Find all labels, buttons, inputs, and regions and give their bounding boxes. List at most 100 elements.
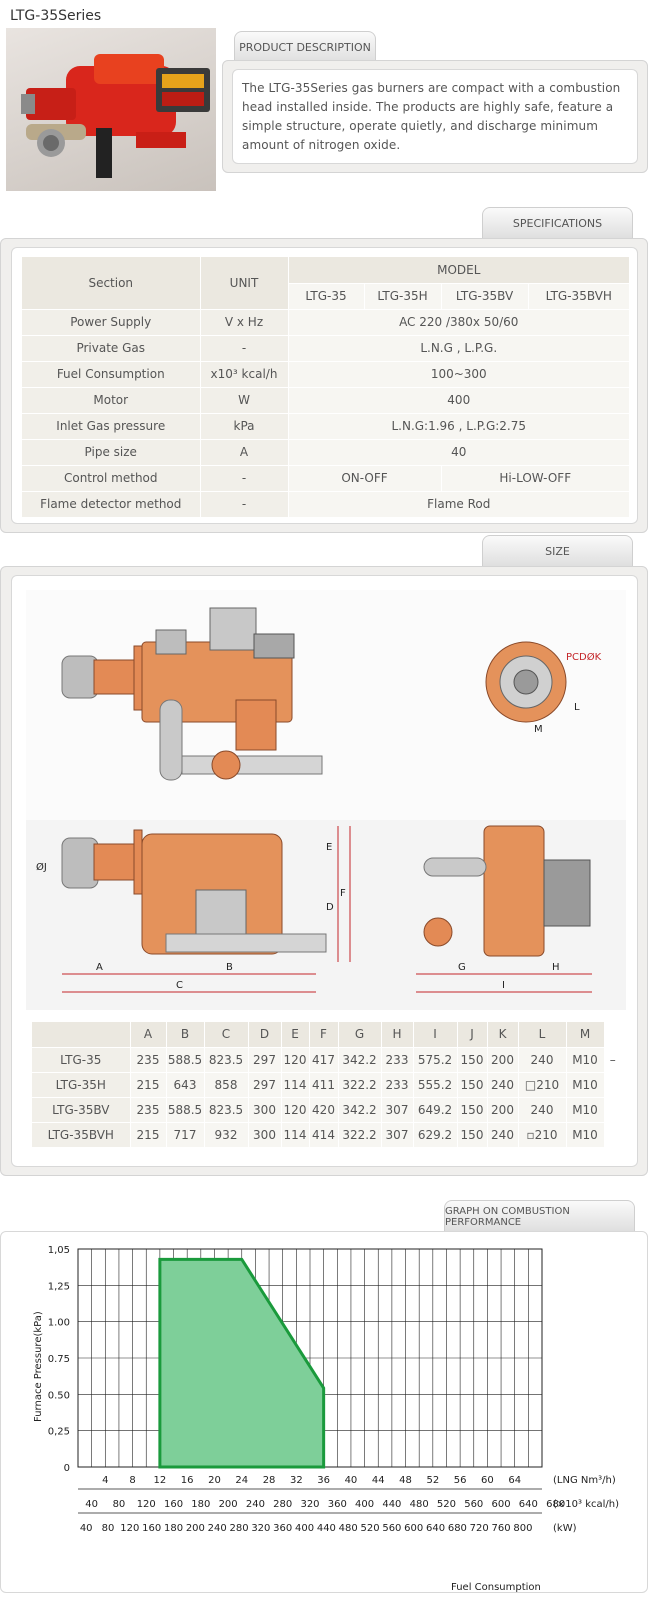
y-tick-label: 0,25 bbox=[48, 1427, 70, 1438]
x-tick-lng: 64 bbox=[508, 1475, 521, 1486]
x-tick-kw: 240 bbox=[208, 1523, 227, 1534]
label-e: E bbox=[326, 842, 332, 853]
spec-model: LTG-35BVH bbox=[528, 283, 630, 310]
x-tick-kw: 200 bbox=[186, 1523, 205, 1534]
x-tick-kcal: 320 bbox=[300, 1499, 319, 1510]
x-tick-kw: 520 bbox=[361, 1523, 380, 1534]
x-tick-kcal: 160 bbox=[164, 1499, 183, 1510]
x-tick-lng: 48 bbox=[399, 1475, 412, 1486]
spec-table: Section UNIT MODEL LTG-35 LTG-35H LTG-35… bbox=[22, 257, 630, 518]
x-tick-kw: 160 bbox=[142, 1523, 161, 1534]
y-tick-label: 1.00 bbox=[48, 1318, 70, 1329]
x-tick-lng: 28 bbox=[263, 1475, 276, 1486]
y-tick-label: 1,25 bbox=[48, 1281, 70, 1292]
performance-area bbox=[158, 1257, 326, 1469]
x-tick-kw: 480 bbox=[339, 1523, 358, 1534]
x-tick-kw: 640 bbox=[426, 1523, 445, 1534]
x-tick-kw-unit: (kW) bbox=[553, 1523, 577, 1534]
tab-size[interactable]: SIZE bbox=[482, 535, 633, 567]
label-g: G bbox=[458, 962, 466, 973]
x-tick-kw: 280 bbox=[229, 1523, 248, 1534]
table-row: Flame detector method - Flame Rod bbox=[22, 491, 630, 518]
product-photo bbox=[6, 28, 216, 191]
x-tick-lng: 36 bbox=[317, 1475, 330, 1486]
x-tick-kcal: 600 bbox=[492, 1499, 511, 1510]
size-panel: PCDØK L M E F D ØJ A B C G H I A B C D E… bbox=[0, 566, 648, 1176]
tab-specifications[interactable]: SPECIFICATIONS bbox=[482, 207, 633, 239]
label-pcd: PCDØK bbox=[566, 651, 602, 663]
x-tick-lng: 52 bbox=[426, 1475, 439, 1486]
x-tick-kw: 120 bbox=[120, 1523, 139, 1534]
x-tick-kcal: 180 bbox=[191, 1499, 210, 1510]
x-tick-kw: 360 bbox=[273, 1523, 292, 1534]
x-tick-kcal: 640 bbox=[519, 1499, 538, 1510]
x-tick-kw: 400 bbox=[295, 1523, 314, 1534]
x-tick-kw: 760 bbox=[492, 1523, 511, 1534]
x-tick-kcal: 560 bbox=[464, 1499, 483, 1510]
specifications-panel: Section UNIT MODEL LTG-35 LTG-35H LTG-35… bbox=[0, 238, 648, 533]
size-table: A B C D E F G H I J K L M LTG-35 235 588.5… bbox=[32, 1022, 622, 1148]
x-tick-kcal-unit: (×10³ kcal/h) bbox=[553, 1499, 619, 1510]
x-tick-kw: 800 bbox=[513, 1523, 532, 1534]
y-tick-label: 1,05 bbox=[48, 1245, 70, 1256]
x-tick-kcal: 240 bbox=[246, 1499, 265, 1510]
x-tick-lng: 32 bbox=[290, 1475, 303, 1486]
x-tick-lng: 56 bbox=[454, 1475, 467, 1486]
y-tick-label: 0 bbox=[64, 1463, 70, 1474]
table-row: LTG-35H 215 643 858 297 114 411 322.2 233 555.2 15… bbox=[32, 1072, 622, 1098]
x-tick-lng: 24 bbox=[235, 1475, 248, 1486]
x-tick-kcal: 520 bbox=[437, 1499, 456, 1510]
x-tick-lng: 20 bbox=[208, 1475, 221, 1486]
x-tick-lng: 44 bbox=[372, 1475, 385, 1486]
x-tick-lng-unit: (LNG Nm³/h) bbox=[553, 1475, 616, 1486]
x-tick-kw: 720 bbox=[470, 1523, 489, 1534]
x-tick-kcal: 40 bbox=[85, 1499, 98, 1510]
burner-dimension-drawing: PCDØK L M E F D ØJ A B C G H I bbox=[26, 590, 626, 1010]
tab-graph[interactable]: GRAPH ON COMBUSTION PERFORMANCE bbox=[444, 1200, 635, 1232]
tab-product-description[interactable]: PRODUCT DESCRIPTION bbox=[234, 31, 376, 63]
graph-panel: Furnace Pressure(kPa) 1,05 1,25 1.00 0.75 0.… bbox=[0, 1231, 648, 1593]
x-tick-lng: 4 bbox=[102, 1475, 108, 1486]
x-tick-lng: 60 bbox=[481, 1475, 494, 1486]
x-tick-kcal: 80 bbox=[113, 1499, 126, 1510]
y-tick-label: 0.75 bbox=[48, 1354, 70, 1365]
spec-header-model: MODEL bbox=[288, 257, 630, 284]
spec-model: LTG-35BV bbox=[441, 283, 529, 310]
label-j: ØJ bbox=[36, 861, 47, 873]
page-title: LTG-35Series bbox=[10, 8, 102, 24]
table-row: Fuel Consumption x10³ kcal/h 100~300 bbox=[22, 361, 630, 388]
label-c: C bbox=[176, 980, 183, 991]
table-row: Private Gas - L.N.G , L.P.G. bbox=[22, 335, 630, 362]
spec-header-section: Section bbox=[22, 257, 201, 310]
x-tick-lng: 40 bbox=[345, 1475, 358, 1486]
spec-model: LTG-35H bbox=[364, 283, 442, 310]
chart-xlabel: Fuel Consumption bbox=[451, 1582, 541, 1593]
label-b: B bbox=[226, 962, 233, 973]
x-tick-kcal: 400 bbox=[355, 1499, 374, 1510]
x-tick-kw: 320 bbox=[251, 1523, 270, 1534]
spec-model: LTG-35 bbox=[288, 283, 365, 310]
description-text: The LTG-35Series gas burners are compact… bbox=[242, 81, 621, 152]
x-tick-lng: 16 bbox=[181, 1475, 194, 1486]
chart-ylabel: Furnace Pressure(kPa) bbox=[33, 1311, 44, 1422]
x-tick-kw: 180 bbox=[164, 1523, 183, 1534]
label-h: H bbox=[552, 962, 560, 973]
label-l: L bbox=[574, 702, 580, 713]
combustion-chart: Furnace Pressure(kPa) 1,05 1,25 1.00 0.75 0.… bbox=[33, 1245, 619, 1593]
x-tick-kcal: 120 bbox=[137, 1499, 156, 1510]
x-tick-kcal: 200 bbox=[219, 1499, 238, 1510]
x-tick-kw: 600 bbox=[404, 1523, 423, 1534]
y-tick-label: 0.50 bbox=[48, 1390, 70, 1401]
label-d: D bbox=[326, 902, 334, 913]
table-row: LTG-35BV 235 588.5 823.5 300 120 420 342.2 307 64… bbox=[32, 1097, 622, 1123]
x-tick-lng: 8 bbox=[129, 1475, 135, 1486]
table-row: Motor W 400 bbox=[22, 387, 630, 414]
table-row: Inlet Gas pressure kPa L.N.G:1.96 , L.P.G:… bbox=[22, 413, 630, 440]
x-tick-kcal: 480 bbox=[410, 1499, 429, 1510]
label-a: A bbox=[96, 962, 103, 973]
x-tick-lng: 12 bbox=[154, 1475, 167, 1486]
x-tick-kw: 680 bbox=[448, 1523, 467, 1534]
label-f: F bbox=[340, 888, 346, 899]
table-row: LTG-35 235 588.5 823.5 297 120 417 342.2 233 575.… bbox=[32, 1047, 622, 1073]
table-row: LTG-35BVH 215 717 932 300 114 414 322.2 307 629.2… bbox=[32, 1122, 622, 1148]
